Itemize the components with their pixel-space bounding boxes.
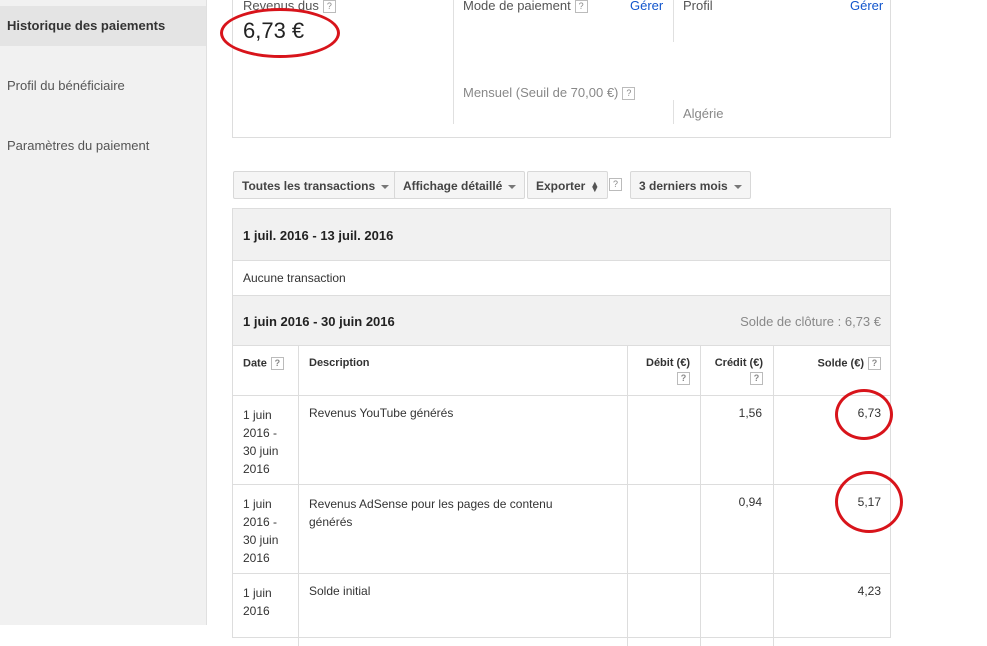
row-credit: 1,56 [738, 406, 762, 420]
row-description: Revenus YouTube générés [309, 406, 454, 420]
chevron-down-icon [381, 184, 390, 189]
row-date: 1 juin 2016 -30 juin 2016 [243, 408, 279, 476]
column-divider [298, 346, 299, 646]
chevron-down-icon [733, 184, 742, 189]
column-header-debit: Débit (€)? [646, 357, 690, 385]
divider [673, 0, 674, 42]
transactions-filter-dropdown[interactable]: Toutes les transactions [233, 171, 399, 199]
column-divider [627, 346, 628, 646]
divider [453, 0, 454, 124]
revenue-label: Revenus dus? [243, 0, 336, 14]
no-transactions-row: Aucune transaction [233, 261, 890, 296]
closing-balance: Solde de clôture : 6,73 € [740, 314, 881, 329]
manage-profile-link[interactable]: Gérer [850, 0, 883, 13]
row-date: 1 juin 2016 -30 juin 2016 [243, 497, 279, 565]
column-header-balance: Solde (€)? [773, 357, 881, 370]
payment-summary: Revenus dus? 6,73 € Mode de paiement? Gé… [232, 0, 891, 138]
profile-label: Profil [683, 0, 713, 13]
help-icon[interactable]: ? [609, 178, 622, 191]
sidebar-item-beneficiary-profile[interactable]: Profil du bénéficiaire [0, 66, 206, 106]
sidebar-item-payment-history[interactable]: Historique des paiements [0, 6, 206, 46]
row-balance: 6,73 [857, 406, 881, 420]
payment-mode-label: Mode de paiement? [463, 0, 588, 14]
help-icon[interactable]: ? [868, 357, 881, 370]
help-icon[interactable]: ? [677, 372, 690, 385]
row-description: Revenus AdSense pour les pages de conten… [309, 497, 553, 529]
period-range: 1 juin 2016 - 30 juin 2016 [243, 314, 395, 329]
help-icon[interactable]: ? [622, 87, 636, 101]
row-balance: 5,17 [857, 495, 881, 509]
help-icon[interactable]: ? [270, 357, 284, 370]
row-divider [233, 484, 890, 485]
column-header-description: Description [309, 357, 370, 369]
row-balance: 4,23 [857, 584, 881, 598]
row-description: Solde initial [309, 584, 371, 598]
column-header-date: Date? [243, 357, 284, 370]
column-header-credit: Crédit (€)? [714, 357, 763, 385]
row-divider [233, 395, 890, 396]
manage-payment-mode-link[interactable]: Gérer [630, 0, 663, 13]
help-icon[interactable]: ? [750, 372, 763, 385]
sidebar: Historique des paiements Profil du bénéf… [0, 0, 207, 625]
sort-arrows-icon: ▲ ▼ [590, 178, 600, 194]
help-icon[interactable]: ? [322, 0, 336, 14]
row-credit: 0,94 [738, 495, 762, 509]
divider [673, 100, 674, 124]
date-range-dropdown[interactable]: 3 derniers mois [630, 171, 751, 199]
row-divider [233, 573, 890, 574]
chevron-down-icon [508, 184, 517, 189]
period-header: 1 juil. 2016 - 13 juil. 2016 [233, 209, 890, 261]
payment-schedule: Mensuel (Seuil de 70,00 €)? [463, 85, 636, 101]
revenue-value: 6,73 € [243, 18, 305, 43]
period-header: 1 juin 2016 - 30 juin 2016 Solde de clôt… [233, 296, 890, 346]
export-button[interactable]: Exporter ▲ ▼ [527, 171, 609, 199]
transactions-table: 1 juil. 2016 - 13 juil. 2016 Aucune tran… [232, 208, 891, 646]
no-transactions-text: Aucune transaction [243, 271, 346, 285]
period-range: 1 juil. 2016 - 13 juil. 2016 [243, 228, 394, 243]
profile-country: Algérie [683, 106, 724, 121]
sidebar-item-payment-settings[interactable]: Paramètres du paiement [0, 126, 206, 166]
row-date: 1 juin 2016 [243, 586, 272, 618]
help-icon[interactable]: ? [574, 0, 588, 14]
view-mode-dropdown[interactable]: Affichage détaillé [394, 171, 526, 199]
